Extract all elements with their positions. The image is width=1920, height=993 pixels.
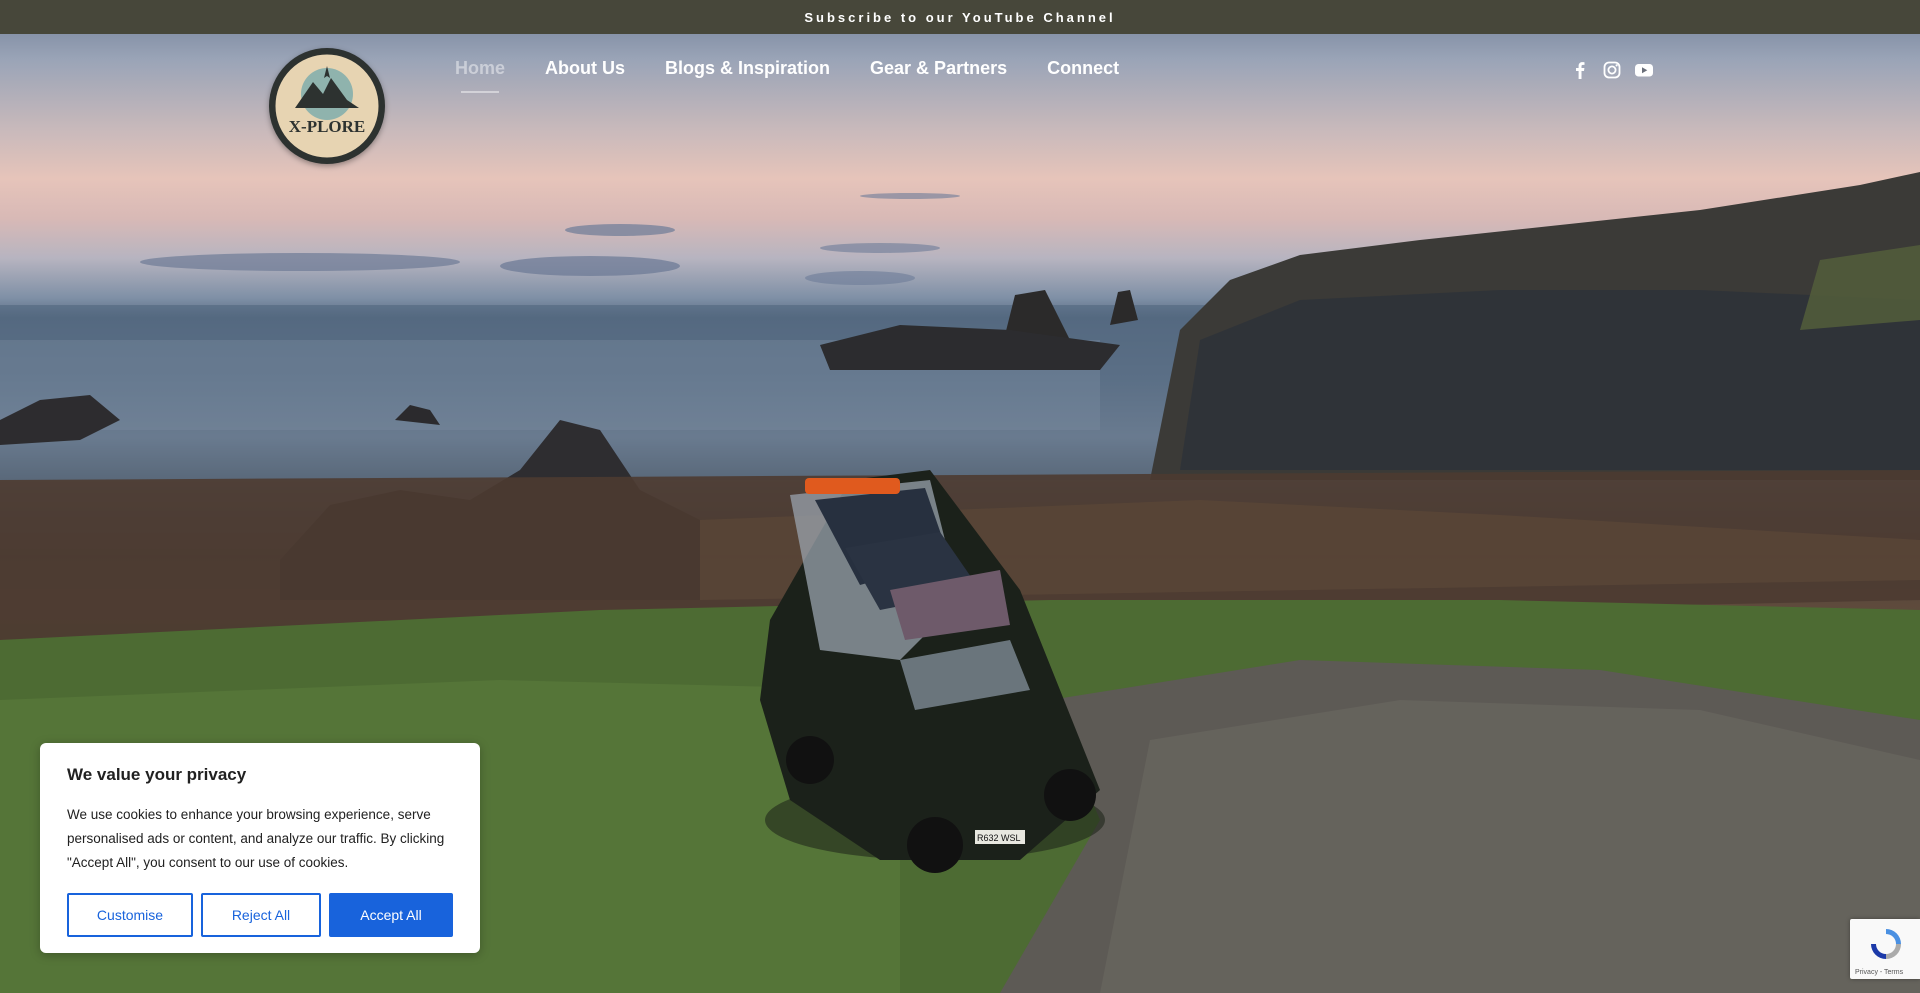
vehicle-plate: R632 WSL [977, 833, 1021, 843]
cookie-description: We use cookies to enhance your browsing … [67, 807, 445, 870]
nav-item-connect[interactable]: Connect [1047, 58, 1119, 79]
reject-all-button[interactable]: Reject All [201, 893, 321, 937]
nav-item-home[interactable]: Home [455, 58, 505, 93]
recaptcha-terms-link[interactable]: Privacy - Terms [1855, 969, 1903, 976]
social-links [1570, 60, 1654, 80]
customise-button[interactable]: Customise [67, 893, 193, 937]
cookie-title: We value your privacy [67, 765, 247, 784]
youtube-icon[interactable] [1634, 60, 1654, 80]
nav-item-about-us[interactable]: About Us [545, 58, 625, 79]
nav-item-blogs-inspiration[interactable]: Blogs & Inspiration [665, 58, 830, 79]
recaptcha-badge[interactable]: Privacy - Terms [1850, 919, 1920, 979]
logo-badge-icon: X-PLORE [272, 51, 382, 161]
recaptcha-icon [1871, 929, 1901, 959]
announcement-text[interactable]: Subscribe to our YouTube Channel [804, 10, 1115, 25]
cookie-actions: Customise Reject All Accept All [67, 893, 453, 937]
instagram-icon[interactable] [1602, 60, 1622, 80]
site-header: X-PLORE Home About Us Blogs & Inspiratio… [0, 34, 1920, 164]
site-logo[interactable]: X-PLORE [269, 48, 385, 164]
main-navigation: Home About Us Blogs & Inspiration Gear &… [455, 58, 1119, 93]
cookie-consent-banner: We value your privacy We use cookies to … [40, 743, 480, 953]
nav-item-gear-partners[interactable]: Gear & Partners [870, 58, 1007, 79]
announcement-bar[interactable]: Subscribe to our YouTube Channel [0, 0, 1920, 34]
facebook-icon[interactable] [1570, 60, 1590, 80]
accept-all-button[interactable]: Accept All [329, 893, 453, 937]
logo-text: X-PLORE [289, 117, 366, 136]
